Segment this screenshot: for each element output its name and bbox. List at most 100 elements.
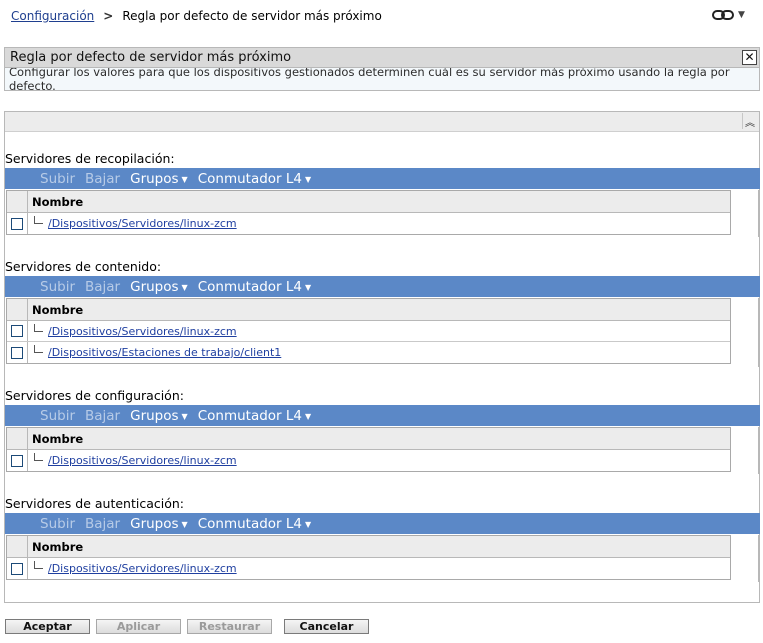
conmutador-l4-label: Conmutador L4 <box>197 515 302 532</box>
close-icon[interactable]: ✕ <box>742 50 757 65</box>
grid-header: Nombre <box>7 299 730 321</box>
breadcrumb-current: Regla por defecto de servidor más próxim… <box>122 9 382 23</box>
grupos-menu[interactable]: Grupos ▼ <box>130 279 188 295</box>
row-checkbox[interactable] <box>11 346 23 359</box>
section-label-configuracion: Servidores de configuración: <box>5 388 184 403</box>
link-icon[interactable] <box>712 9 734 21</box>
grupos-menu[interactable]: Grupos ▼ <box>130 408 188 424</box>
breadcrumb-configuracion-link[interactable]: Configuración <box>11 9 94 23</box>
grupos-label: Grupos <box>130 515 179 532</box>
table-row: /Dispositivos/Servidores/linux-zcm <box>7 321 730 342</box>
row-checkbox-cell <box>7 321 28 341</box>
header-checkbox-col <box>7 428 28 449</box>
caret-down-icon: ▼ <box>305 411 312 421</box>
grid-header: Nombre <box>7 428 730 450</box>
row-checkbox[interactable] <box>11 454 23 467</box>
table-row: /Dispositivos/Estaciones de trabajo/clie… <box>7 342 730 363</box>
tree-connector-icon <box>28 321 48 341</box>
table-row: /Dispositivos/Servidores/linux-zcm <box>7 213 730 234</box>
conmutador-l4-label: Conmutador L4 <box>197 278 302 295</box>
tree-connector-icon <box>28 213 48 234</box>
column-header-nombre[interactable]: Nombre <box>28 428 83 449</box>
row-checkbox-cell <box>7 342 28 363</box>
device-link[interactable]: /Dispositivos/Estaciones de trabajo/clie… <box>48 342 281 363</box>
section-label-recopilacion: Servidores de recopilación: <box>5 151 175 166</box>
grid-contenido: Nombre /Dispositivos/Servidores/linux-zc… <box>6 298 731 364</box>
caret-down-icon: ▼ <box>181 174 188 184</box>
bajar-button[interactable]: Bajar <box>85 279 120 295</box>
row-checkbox[interactable] <box>11 325 23 337</box>
collapse-up-icon[interactable]: ︽ <box>742 113 757 129</box>
top-actions: ▼ <box>712 9 745 21</box>
grupos-label: Grupos <box>130 170 179 187</box>
grupos-label: Grupos <box>130 407 179 424</box>
conmutador-l4-menu[interactable]: Conmutador L4 ▼ <box>198 279 311 295</box>
toolbar-recopilacion: Subir Bajar Grupos ▼ Conmutador L4 ▼ <box>5 168 760 189</box>
table-row: /Dispositivos/Servidores/linux-zcm <box>7 558 730 579</box>
column-header-nombre[interactable]: Nombre <box>28 536 83 557</box>
aceptar-button[interactable]: Aceptar <box>5 619 90 634</box>
device-link[interactable]: /Dispositivos/Servidores/linux-zcm <box>48 450 237 471</box>
bajar-button[interactable]: Bajar <box>85 516 120 532</box>
subir-button[interactable]: Subir <box>40 408 75 424</box>
grid-header: Nombre <box>7 191 730 213</box>
caret-down-icon: ▼ <box>305 519 312 529</box>
grid-recopilacion: Nombre /Dispositivos/Servidores/linux-zc… <box>6 190 731 235</box>
breadcrumb: Configuración > Regla por defecto de ser… <box>11 8 382 24</box>
toolbar-contenido: Subir Bajar Grupos ▼ Conmutador L4 ▼ <box>5 276 760 297</box>
device-link[interactable]: /Dispositivos/Servidores/linux-zcm <box>48 321 237 341</box>
conmutador-l4-label: Conmutador L4 <box>197 407 302 424</box>
column-header-nombre[interactable]: Nombre <box>28 191 83 212</box>
toolbar-configuracion: Subir Bajar Grupos ▼ Conmutador L4 ▼ <box>5 405 760 426</box>
header-checkbox-col <box>7 536 28 557</box>
grupos-label: Grupos <box>130 278 179 295</box>
info-panel-title: Regla por defecto de servidor más próxim… <box>10 50 292 65</box>
tree-connector-icon <box>28 558 48 579</box>
row-checkbox[interactable] <box>11 562 23 575</box>
column-header-nombre[interactable]: Nombre <box>28 299 83 320</box>
bajar-button[interactable]: Bajar <box>85 171 120 187</box>
caret-down-icon: ▼ <box>305 282 312 292</box>
caret-down-icon: ▼ <box>181 282 188 292</box>
caret-down-icon: ▼ <box>305 174 312 184</box>
dropdown-arrow-icon[interactable]: ▼ <box>738 10 745 20</box>
grid-header: Nombre <box>7 536 730 558</box>
tree-connector-icon <box>28 342 48 363</box>
cancelar-button[interactable]: Cancelar <box>284 619 369 634</box>
device-link[interactable]: /Dispositivos/Servidores/linux-zcm <box>48 558 237 579</box>
grid-autenticacion: Nombre /Dispositivos/Servidores/linux-zc… <box>6 535 731 580</box>
grid-side-space <box>732 427 759 474</box>
subir-button[interactable]: Subir <box>40 516 75 532</box>
device-link[interactable]: /Dispositivos/Servidores/linux-zcm <box>48 213 237 234</box>
conmutador-l4-menu[interactable]: Conmutador L4 ▼ <box>198 171 311 187</box>
header-checkbox-col <box>7 191 28 212</box>
conmutador-l4-label: Conmutador L4 <box>197 170 302 187</box>
row-checkbox-cell <box>7 450 28 471</box>
row-checkbox-cell <box>7 213 28 234</box>
subir-button[interactable]: Subir <box>40 171 75 187</box>
main-panel-header: ︽ <box>5 112 759 132</box>
grupos-menu[interactable]: Grupos ▼ <box>130 516 188 532</box>
row-checkbox[interactable] <box>11 217 23 230</box>
conmutador-l4-menu[interactable]: Conmutador L4 ▼ <box>198 408 311 424</box>
grupos-menu[interactable]: Grupos ▼ <box>130 171 188 187</box>
grid-side-space <box>732 298 759 367</box>
info-panel-header: Regla por defecto de servidor más próxim… <box>5 48 759 68</box>
table-row: /Dispositivos/Servidores/linux-zcm <box>7 450 730 471</box>
grid-side-space <box>732 535 759 582</box>
subir-button[interactable]: Subir <box>40 279 75 295</box>
info-panel: Regla por defecto de servidor más próxim… <box>4 47 760 93</box>
restaurar-button[interactable]: Restaurar <box>187 619 272 634</box>
section-label-contenido: Servidores de contenido: <box>5 259 162 274</box>
conmutador-l4-menu[interactable]: Conmutador L4 ▼ <box>198 516 311 532</box>
header-checkbox-col <box>7 299 28 320</box>
caret-down-icon: ▼ <box>181 411 188 421</box>
main-panel: ︽ Servidores de recopilación: Subir Baja… <box>4 111 760 603</box>
toolbar-autenticacion: Subir Bajar Grupos ▼ Conmutador L4 ▼ <box>5 513 760 534</box>
tree-connector-icon <box>28 450 48 471</box>
caret-down-icon: ▼ <box>181 519 188 529</box>
bajar-button[interactable]: Bajar <box>85 408 120 424</box>
aplicar-button[interactable]: Aplicar <box>96 619 181 634</box>
grid-configuracion: Nombre /Dispositivos/Servidores/linux-zc… <box>6 427 731 472</box>
section-label-autenticacion: Servidores de autenticación: <box>5 496 184 511</box>
